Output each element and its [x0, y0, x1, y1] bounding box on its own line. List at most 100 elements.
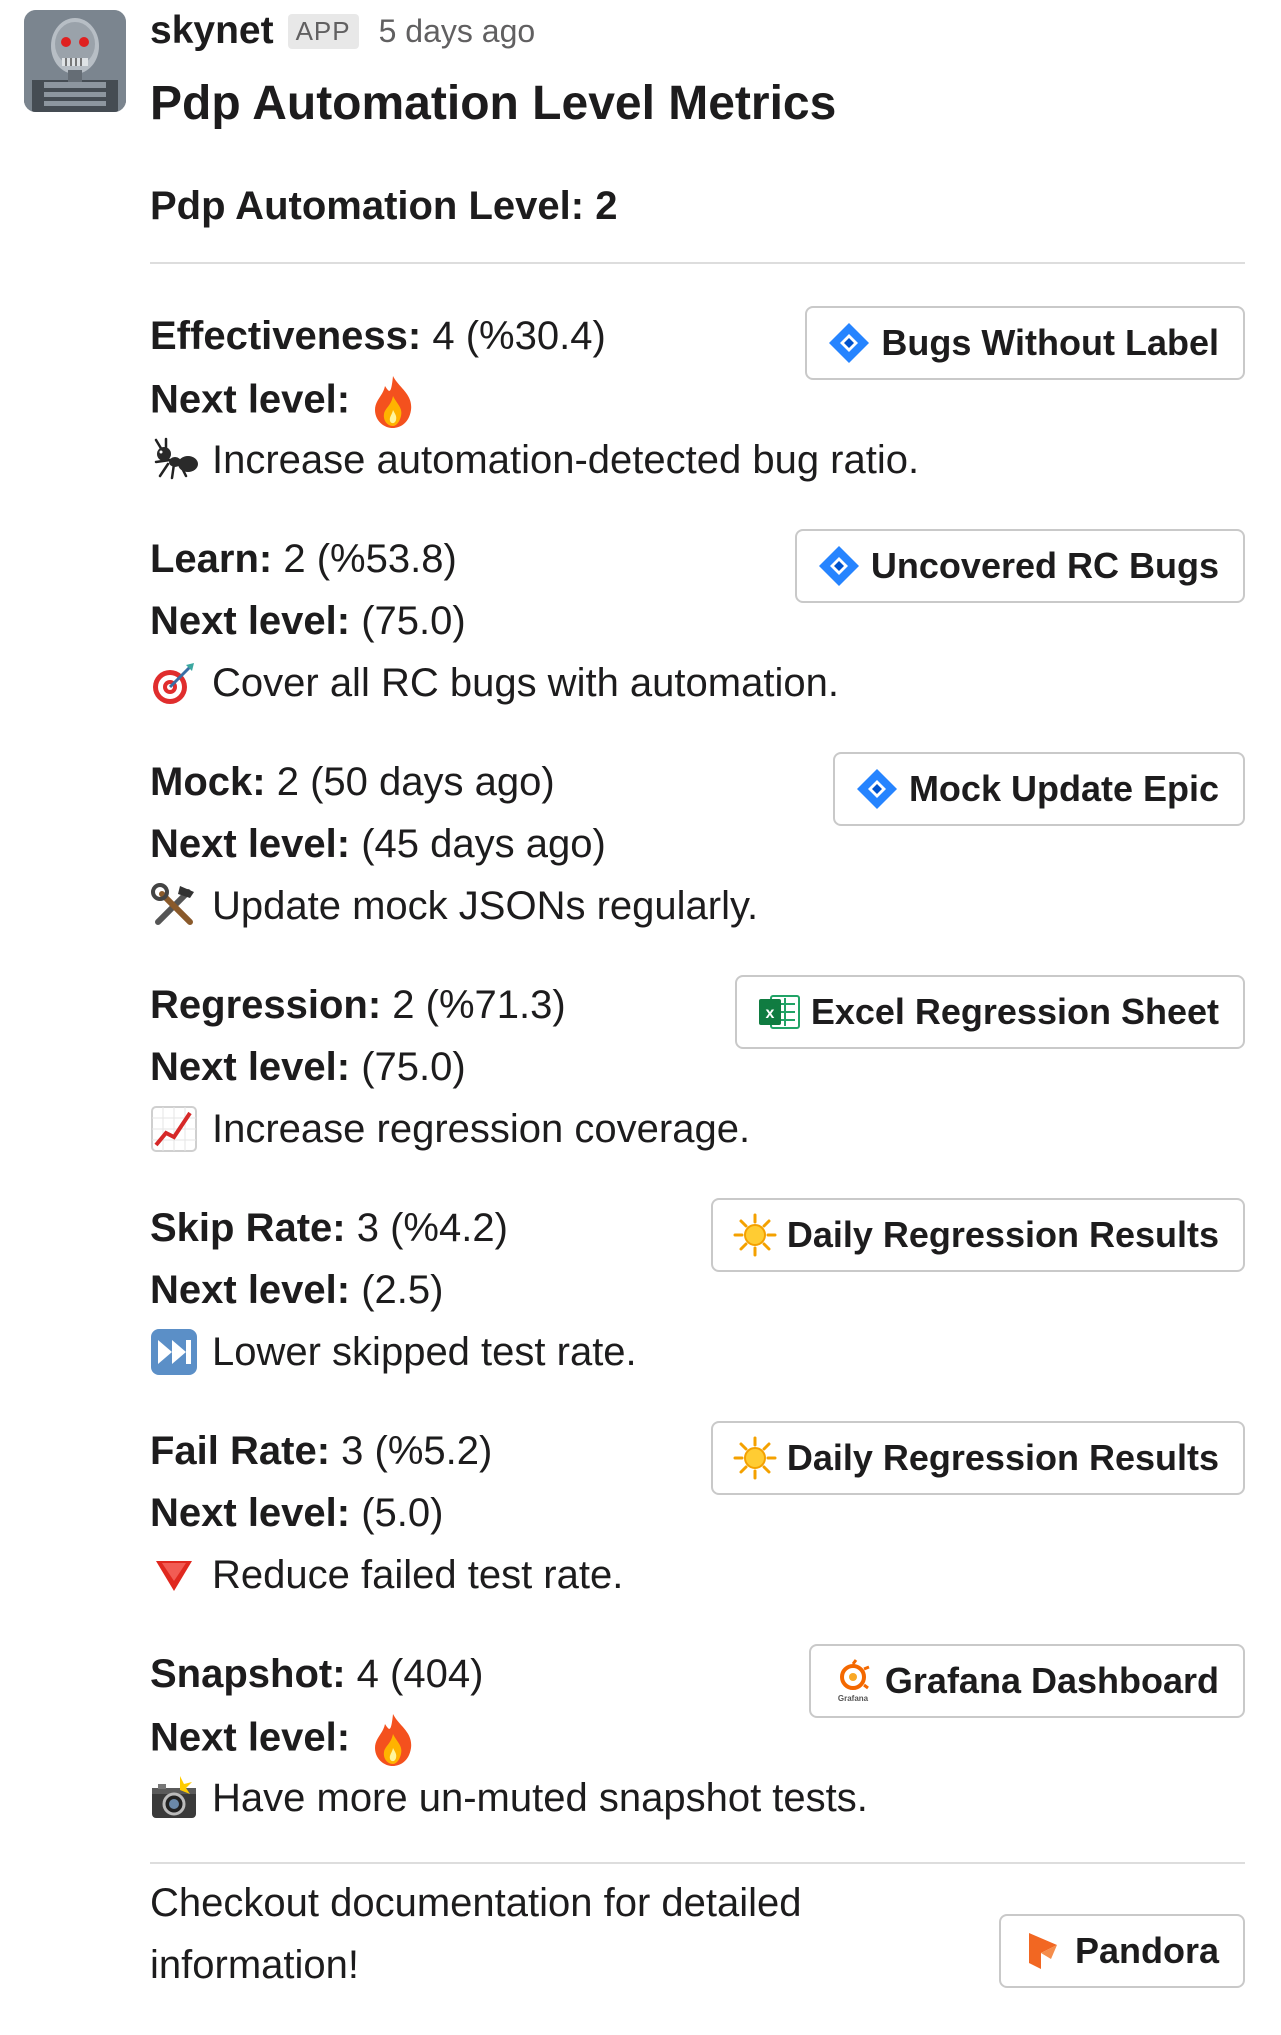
- metric-line: Learn: 2 (%53.8): [150, 535, 457, 583]
- metric-label: Effectiveness:: [150, 314, 422, 358]
- app-badge: APP: [287, 13, 359, 49]
- timestamp[interactable]: 5 days ago: [379, 13, 536, 50]
- jira-icon: [827, 321, 871, 365]
- hint-line: Update mock JSONs regularly.: [150, 882, 758, 930]
- hint-line: Increase automation-detected bug ratio.: [150, 436, 919, 484]
- fire-icon: [369, 374, 417, 430]
- metric-label: Skip Rate:: [150, 1206, 346, 1250]
- metric-line: Skip Rate: 3 (%4.2): [150, 1204, 508, 1252]
- metric-value: 2 (%53.8): [283, 537, 457, 581]
- metric-section: Effectiveness: 4 (%30.4) Next level: Incr…: [150, 306, 1245, 512]
- next-level-label: Next level:: [150, 377, 351, 422]
- message-header: skynet APP 5 days ago: [150, 6, 535, 56]
- next-level-label: Next level:: [150, 1715, 351, 1760]
- next-level-value: (45 days ago): [361, 822, 606, 866]
- link-button[interactable]: Daily Regression Results: [710, 1198, 1245, 1272]
- metric-section: Mock: 2 (50 days ago) Next level: (45 day…: [150, 752, 1245, 958]
- pandora-icon: [1021, 1929, 1065, 1973]
- metric-label: Learn:: [150, 537, 273, 581]
- metric-label: Snapshot:: [150, 1652, 346, 1696]
- chart-up-icon: [150, 1105, 198, 1153]
- divider-top: [150, 262, 1245, 264]
- ant-icon: [150, 436, 198, 484]
- metric-section: Fail Rate: 3 (%5.2) Next level: (5.0) Redu…: [150, 1421, 1245, 1627]
- metric-value: 3 (%5.2): [341, 1429, 493, 1473]
- link-button-label: Daily Regression Results: [786, 1437, 1219, 1478]
- next-level-line: Next level: (45 days ago): [150, 820, 606, 868]
- link-button[interactable]: x Excel Regression Sheet: [734, 975, 1245, 1049]
- red-triangle-icon: [150, 1551, 198, 1599]
- metric-label: Regression:: [150, 983, 382, 1027]
- jira-icon: [817, 544, 861, 588]
- link-button[interactable]: Daily Regression Results: [710, 1421, 1245, 1495]
- metric-line: Regression: 2 (%71.3): [150, 981, 566, 1029]
- next-level-label: Next level:: [150, 599, 351, 643]
- next-level-label: Next level:: [150, 1268, 351, 1312]
- hint-text: Increase regression coverage.: [212, 1107, 751, 1151]
- hint-line: Reduce failed test rate.: [150, 1551, 623, 1599]
- grafana-icon: Grafana: [831, 1659, 875, 1703]
- camera-flash-icon: [150, 1774, 198, 1822]
- link-button[interactable]: Mock Update Epic: [832, 752, 1245, 826]
- metric-line: Effectiveness: 4 (%30.4): [150, 312, 606, 360]
- svg-text:x: x: [765, 1005, 774, 1022]
- pandora-button[interactable]: Pandora: [998, 1914, 1245, 1988]
- hint-line: Cover all RC bugs with automation.: [150, 659, 839, 707]
- metric-value: 4 (%30.4): [432, 314, 606, 358]
- hint-text: Have more un-muted snapshot tests.: [212, 1776, 868, 1820]
- svg-text:Grafana: Grafana: [838, 1694, 869, 1703]
- metric-line: Snapshot: 4 (404): [150, 1650, 483, 1698]
- next-level-line: Next level: (75.0): [150, 597, 466, 645]
- link-button[interactable]: Uncovered RC Bugs: [794, 529, 1245, 603]
- next-level-line: Next level: (2.5): [150, 1266, 443, 1314]
- metric-section: Learn: 2 (%53.8) Next level: (75.0) Cover …: [150, 529, 1245, 735]
- metric-section: Skip Rate: 3 (%4.2) Next level: (2.5) Lowe…: [150, 1198, 1245, 1404]
- metric-value: 3 (%4.2): [356, 1206, 508, 1250]
- automation-level: Pdp Automation Level: 2: [150, 184, 618, 228]
- link-button[interactable]: Grafana Grafana Dashboard: [808, 1644, 1245, 1718]
- metric-value: 4 (404): [356, 1652, 484, 1696]
- fast-forward-icon: [150, 1328, 198, 1376]
- tools-icon: [150, 882, 198, 930]
- footer-text: Checkout documentation for detailed info…: [150, 1881, 802, 1987]
- sun-icon: [733, 1213, 777, 1257]
- hint-text: Reduce failed test rate.: [212, 1553, 624, 1597]
- link-button-label: Daily Regression Results: [786, 1214, 1219, 1255]
- robot-avatar-image: [24, 10, 126, 112]
- divider-bottom: [150, 1862, 1245, 1864]
- message-title: Pdp Automation Level Metrics: [150, 77, 837, 130]
- next-level-line: Next level:: [150, 1712, 417, 1768]
- link-button-label: Bugs Without Label: [881, 322, 1219, 363]
- next-level-line: Next level: (75.0): [150, 1043, 466, 1091]
- metric-section: Regression: 2 (%71.3) Next level: (75.0) I…: [150, 975, 1245, 1181]
- hint-text: Increase automation-detected bug ratio.: [212, 438, 920, 482]
- sender-name[interactable]: skynet: [150, 9, 274, 53]
- fire-icon: [369, 1712, 417, 1768]
- metric-line: Fail Rate: 3 (%5.2): [150, 1427, 492, 1475]
- hint-text: Cover all RC bugs with automation.: [212, 661, 839, 705]
- metric-label: Mock:: [150, 760, 266, 804]
- next-level-line: Next level: (5.0): [150, 1489, 443, 1537]
- excel-icon: x: [757, 990, 801, 1034]
- next-level-value: (75.0): [361, 1045, 466, 1089]
- hint-line: Increase regression coverage.: [150, 1105, 750, 1153]
- avatar[interactable]: [24, 10, 126, 112]
- pandora-button-label: Pandora: [1074, 1930, 1219, 1971]
- metric-label: Fail Rate:: [150, 1429, 331, 1473]
- next-level-line: Next level:: [150, 374, 417, 430]
- link-button-label: Excel Regression Sheet: [810, 991, 1219, 1032]
- next-level-value: (2.5): [361, 1268, 444, 1312]
- sun-icon: [733, 1436, 777, 1480]
- metric-value: 2 (50 days ago): [276, 760, 555, 804]
- hint-line: Have more un-muted snapshot tests.: [150, 1774, 868, 1822]
- link-button-label: Grafana Dashboard: [884, 1660, 1219, 1701]
- jira-icon: [855, 767, 899, 811]
- metric-value: 2 (%71.3): [392, 983, 566, 1027]
- hint-line: Lower skipped test rate.: [150, 1328, 637, 1376]
- next-level-label: Next level:: [150, 822, 351, 866]
- link-button-label: Uncovered RC Bugs: [870, 545, 1219, 586]
- link-button[interactable]: Bugs Without Label: [805, 306, 1245, 380]
- hint-text: Lower skipped test rate.: [212, 1330, 637, 1374]
- metric-section: Snapshot: 4 (404) Next level: Have more u…: [150, 1644, 1245, 1850]
- next-level-label: Next level:: [150, 1045, 351, 1089]
